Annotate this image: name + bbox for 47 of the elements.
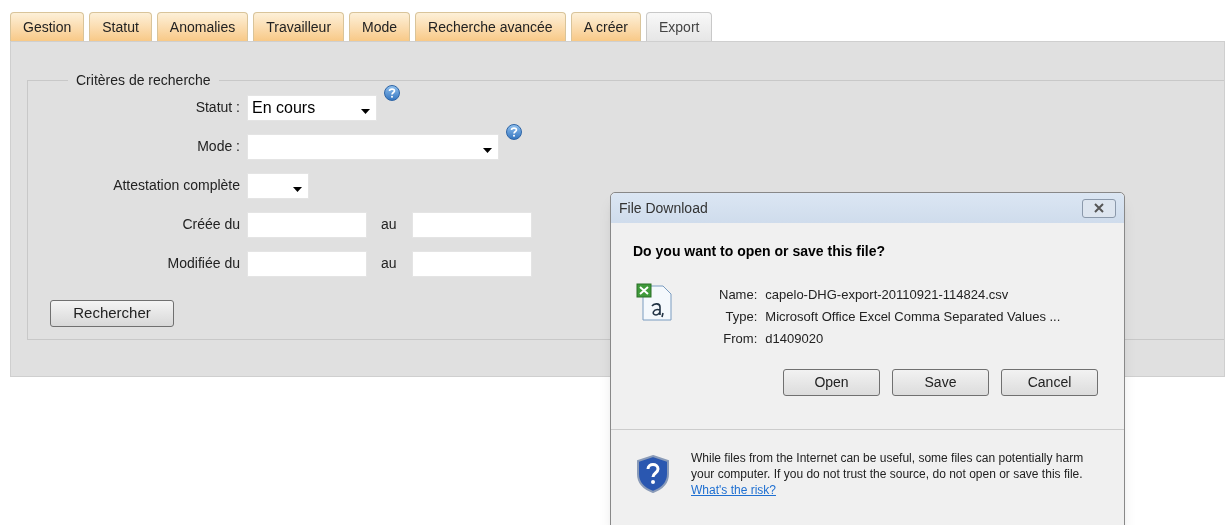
field-label: Modifiée du [166, 254, 241, 272]
field-label: Statut : [194, 98, 241, 116]
range-separator: au [380, 215, 398, 233]
close-button[interactable] [1082, 198, 1116, 218]
shield-question-icon [635, 454, 671, 494]
tab[interactable]: Recherche avancée [415, 12, 566, 41]
detail-value: Microsoft Office Excel Comma Separated Values ... [765, 308, 1061, 325]
fieldset-legend: Critères de recherche [68, 72, 219, 88]
date-field[interactable] [412, 212, 532, 238]
dialog-button[interactable]: Open [783, 369, 880, 396]
search-button[interactable]: Rechercher [50, 300, 174, 327]
dialog-button[interactable]: Cancel [1001, 369, 1098, 396]
tab[interactable]: Statut [89, 12, 152, 41]
window-title: File Download [619, 198, 708, 218]
dropdown-value: En cours [252, 98, 316, 118]
date-field[interactable] [247, 212, 367, 238]
help-icon[interactable] [506, 124, 522, 140]
detail-label: From: [722, 330, 758, 347]
tab[interactable]: Export [646, 12, 713, 41]
dialog-question: Do you want to open or save this file? [633, 242, 887, 261]
detail-label: Name: [719, 286, 758, 303]
caret-icon [483, 147, 492, 153]
dropdown[interactable] [247, 134, 499, 160]
tab[interactable]: Gestion [10, 12, 85, 41]
tab[interactable]: Mode [349, 12, 411, 41]
field-label: Attestation complète [112, 176, 241, 194]
detail-value: capelo-DHG-export-20110921-114824.csv [765, 286, 1010, 303]
field-label: Créée du [181, 215, 241, 233]
range-separator: au [380, 254, 398, 272]
dialog-button[interactable]: Save [892, 369, 989, 396]
caret-icon [293, 186, 302, 192]
caret-icon [361, 108, 370, 114]
spreadsheet-file-icon [635, 282, 675, 322]
close-icon [1093, 203, 1105, 213]
detail-value: d1409020 [765, 330, 825, 347]
field-label: Mode : [196, 137, 241, 155]
dropdown[interactable] [247, 173, 309, 199]
help-icon[interactable] [384, 85, 400, 101]
warning-text: While files from the Internet can be useful, some files can potentially harm your computer. If you do not trust the source, do not open or save this file. What's the risk? [691, 450, 1085, 498]
tab[interactable]: Anomalies [156, 12, 249, 41]
tab[interactable]: Travailleur [253, 12, 345, 41]
detail-label: Type: [724, 308, 758, 325]
risk-link[interactable]: What's the risk? [691, 483, 776, 497]
date-field[interactable] [247, 251, 367, 277]
date-field[interactable] [412, 251, 532, 277]
dropdown[interactable]: En cours [247, 95, 377, 121]
tab[interactable]: A créer [570, 12, 641, 41]
